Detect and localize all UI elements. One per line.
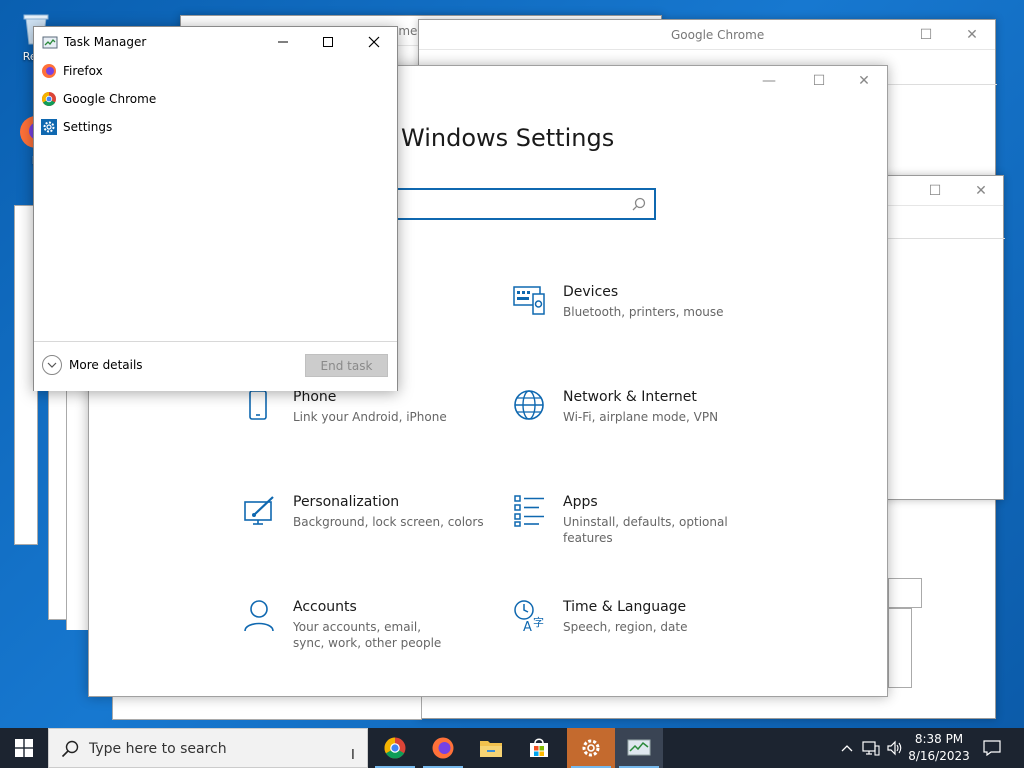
- start-button[interactable]: [0, 728, 48, 768]
- close-icon[interactable]: ✕: [949, 20, 995, 50]
- process-row-firefox[interactable]: Firefox: [34, 58, 397, 84]
- text-cursor-icon: I: [351, 748, 355, 763]
- category-desc: Background, lock screen, colors: [293, 515, 484, 529]
- category-name: Accounts: [293, 599, 357, 615]
- svg-text:A: A: [523, 620, 532, 633]
- category-desc: Your accounts, email, sync, work, other …: [293, 620, 442, 650]
- chevron-up-icon[interactable]: [838, 728, 856, 768]
- category-desc: Bluetooth, printers, mouse: [563, 305, 724, 319]
- file-explorer-icon: [480, 741, 502, 757]
- more-details-label: More details: [69, 358, 143, 372]
- window-title: Task Manager: [64, 35, 147, 49]
- category-desc: Wi-Fi, airplane mode, VPN: [563, 410, 719, 424]
- category-desc: Speech, region, date: [563, 620, 688, 634]
- firefox-icon: [432, 737, 454, 759]
- more-details-button[interactable]: More details: [42, 355, 143, 375]
- globe-icon: [514, 390, 544, 420]
- search-placeholder: Type here to search: [89, 741, 227, 757]
- maximize-icon[interactable]: ☐: [903, 20, 949, 50]
- volume-icon[interactable]: [884, 728, 906, 768]
- notification-icon[interactable]: [978, 728, 1006, 768]
- category-name: Time & Language: [563, 599, 687, 615]
- category-name: Apps: [563, 494, 598, 510]
- firefox-icon: [42, 64, 56, 78]
- network-icon[interactable]: [860, 728, 882, 768]
- maximize-icon[interactable]: ☐: [912, 176, 958, 206]
- language-icon: A 字: [514, 600, 544, 633]
- category-name: Network & Internet: [563, 389, 697, 405]
- close-icon[interactable]: ✕: [841, 66, 887, 96]
- category-desc: Uninstall, defaults, optional features: [563, 515, 728, 545]
- minimize-icon[interactable]: [260, 27, 306, 57]
- chrome-icon: [42, 92, 56, 106]
- paint-icon: [244, 496, 274, 525]
- taskbar-file-explorer[interactable]: [467, 728, 515, 768]
- clock-date: 8/16/2023: [908, 749, 970, 763]
- maximize-icon[interactable]: ☐: [796, 66, 842, 96]
- window-title: Google Chrome: [671, 28, 765, 42]
- keyboard-icon: [513, 286, 545, 315]
- taskbar-search-input[interactable]: Type here to search I: [48, 728, 368, 768]
- close-icon[interactable]: [351, 27, 397, 57]
- process-row-chrome[interactable]: Google Chrome: [34, 86, 397, 112]
- task-manager-icon: [42, 36, 58, 49]
- maximize-icon[interactable]: [305, 27, 351, 57]
- window-edge: [888, 608, 912, 688]
- svg-text:字: 字: [533, 615, 544, 629]
- window-titlebar: Google Chrome ☐ ✕: [419, 20, 995, 50]
- taskbar-chrome[interactable]: [371, 728, 419, 768]
- taskbar-firefox[interactable]: [419, 728, 467, 768]
- close-icon[interactable]: ✕: [958, 176, 1004, 206]
- process-row-settings[interactable]: Settings: [34, 114, 397, 140]
- person-icon: [244, 600, 274, 632]
- process-name: Google Chrome: [63, 92, 157, 106]
- task-manager-window[interactable]: Task Manager Firefox Google Chrome Setti…: [33, 26, 398, 391]
- category-name: Phone: [293, 389, 337, 405]
- search-icon: [632, 197, 646, 211]
- process-name: Settings: [63, 120, 113, 134]
- task-manager-icon: [627, 739, 651, 756]
- end-task-button[interactable]: End task: [305, 354, 388, 377]
- settings-gear-icon: [582, 739, 600, 757]
- category-name: Devices: [563, 284, 619, 300]
- settings-gear-icon: [41, 119, 57, 135]
- page-title: Windows Settings: [401, 124, 615, 152]
- window-edge: [66, 390, 88, 630]
- chrome-icon: [384, 737, 406, 759]
- phone-icon: [249, 390, 267, 420]
- task-manager-footer: More details End task: [34, 341, 397, 391]
- taskbar: Type here to search I 8:38 PM 8/16/2023: [0, 728, 1024, 768]
- category-name: Personalization: [293, 494, 400, 510]
- taskbar-store[interactable]: [515, 728, 563, 768]
- minimize-icon[interactable]: —: [746, 66, 792, 96]
- clock-time: 8:38 PM: [914, 732, 964, 746]
- taskbar-task-manager[interactable]: [615, 728, 663, 768]
- search-icon: [61, 740, 79, 758]
- taskbar-settings[interactable]: [567, 728, 615, 768]
- category-desc: Link your Android, iPhone: [293, 410, 447, 424]
- process-name: Firefox: [63, 64, 103, 78]
- windows-logo-icon: [15, 739, 33, 757]
- window-edge: [888, 578, 922, 608]
- chevron-down-icon: [42, 355, 62, 375]
- apps-list-icon: [514, 495, 544, 527]
- store-icon: [530, 738, 548, 757]
- taskbar-clock[interactable]: 8:38 PM 8/16/2023: [906, 731, 972, 765]
